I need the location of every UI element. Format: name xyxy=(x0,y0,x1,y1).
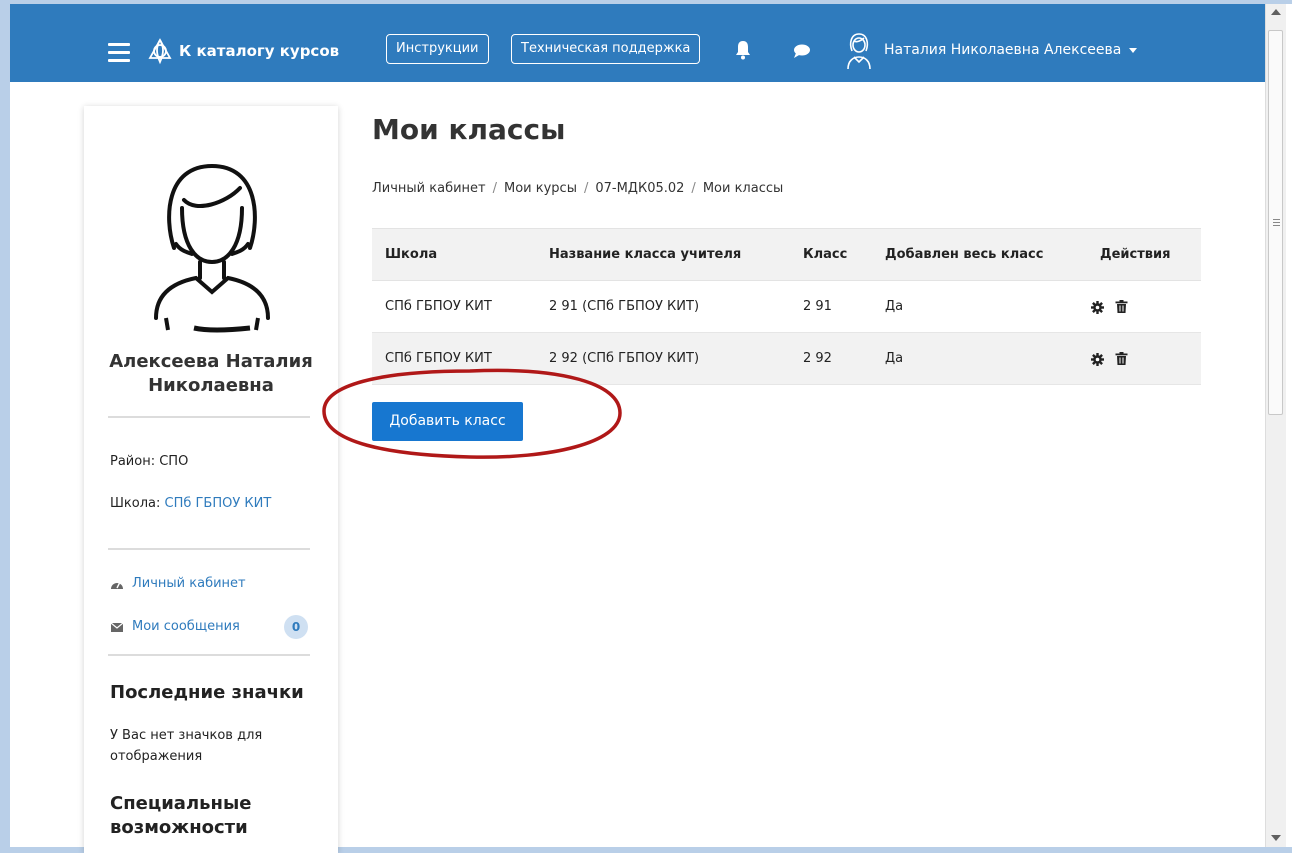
badges-heading: Последние значки xyxy=(110,682,304,703)
support-button[interactable]: Техническая поддержка xyxy=(511,34,701,64)
breadcrumb-item-course[interactable]: 07-МДК05.02 xyxy=(595,181,684,196)
accessibility-heading-line1: Специальные xyxy=(110,793,252,814)
column-header-class-name: Название класса учителя xyxy=(549,247,742,262)
district-label: Район: СПО xyxy=(110,454,189,469)
breadcrumb-item-dashboard[interactable]: Личный кабинет xyxy=(372,181,486,196)
chat-icon[interactable] xyxy=(793,44,811,58)
caret-down-icon xyxy=(1129,47,1138,53)
accessibility-heading: Специальные возможности xyxy=(110,792,251,840)
user-name: Наталия Николаевна Алексеева xyxy=(884,42,1122,58)
cell-class: 2 92 xyxy=(803,351,832,366)
classes-table: Школа Название класса учителя Класс Доба… xyxy=(372,228,1201,385)
catalog-link[interactable]: К каталогу курсов xyxy=(179,42,339,60)
messages-link-label: Мои сообщения xyxy=(132,619,240,634)
profile-sidebar: Алексеева Наталия Николаевна Район: СПО … xyxy=(84,106,338,853)
breadcrumb: Личный кабинет / Мои курсы/07-МДК05.02/Мои… xyxy=(372,181,784,196)
breadcrumb-item-my-courses[interactable]: Мои курсы xyxy=(504,181,577,196)
messages-count-badge: 0 xyxy=(284,615,308,639)
school-label: Школа: xyxy=(110,496,165,511)
bell-icon[interactable] xyxy=(734,40,752,60)
cell-whole-class: Да xyxy=(885,299,904,314)
profile-name-line2: Николаевна xyxy=(148,375,274,396)
dashboard-link-label: Личный кабинет xyxy=(132,576,246,591)
cell-class: 2 91 xyxy=(803,299,832,314)
cell-class-name: 2 91 (СПб ГБПОУ КИТ) xyxy=(549,299,700,314)
dashboard-icon xyxy=(111,581,123,589)
divider xyxy=(108,416,310,418)
column-header-actions: Действия xyxy=(1100,247,1171,262)
grip-icon xyxy=(1273,219,1280,220)
scroll-thumb[interactable] xyxy=(1268,30,1283,415)
highlight-ellipse xyxy=(322,368,622,459)
user-avatar-icon[interactable] xyxy=(846,31,872,71)
envelope-icon xyxy=(110,622,124,632)
dashboard-link[interactable]: Личный кабинет xyxy=(110,576,246,591)
divider xyxy=(108,654,310,656)
school-info: Школа: СПб ГБПОУ КИТ xyxy=(110,496,271,511)
gear-icon[interactable] xyxy=(1091,301,1104,314)
menu-icon[interactable] xyxy=(108,43,130,62)
accessibility-heading-line2: возможности xyxy=(110,817,248,838)
cell-whole-class: Да xyxy=(885,351,904,366)
column-header-school: Школа xyxy=(385,247,438,262)
messages-link[interactable]: Мои сообщения xyxy=(110,619,240,634)
breadcrumb-item-my-classes: Мои классы xyxy=(702,181,784,196)
gear-icon[interactable] xyxy=(1091,353,1104,366)
profile-name-line1: Алексеева Наталия xyxy=(109,351,313,372)
page-title: Мои классы xyxy=(372,113,566,146)
vertical-scrollbar[interactable] xyxy=(1265,4,1286,847)
table-header: Школа Название класса учителя Класс Доба… xyxy=(372,228,1201,281)
instructions-button[interactable]: Инструкции xyxy=(386,34,489,64)
column-header-whole-class: Добавлен весь класс xyxy=(885,247,1044,262)
school-link[interactable]: СПб ГБПОУ КИТ xyxy=(165,496,272,511)
scroll-up-arrow-icon[interactable] xyxy=(1271,9,1281,15)
cell-school: СПб ГБПОУ КИТ xyxy=(385,299,492,314)
trash-icon[interactable] xyxy=(1115,300,1128,313)
user-menu[interactable]: Наталия Николаевна Алексеева xyxy=(884,42,1138,58)
badges-empty-text: У Вас нет значков для отображения xyxy=(110,725,262,767)
profile-avatar-icon xyxy=(154,163,270,333)
column-header-class: Класс xyxy=(803,247,848,262)
badges-empty-line2: отображения xyxy=(110,749,203,764)
table-row: СПб ГБПОУ КИТ 2 91 (СПб ГБПОУ КИТ) 2 91 … xyxy=(372,281,1201,333)
badges-empty-line1: У Вас нет значков для xyxy=(110,728,263,743)
profile-name: Алексеева Наталия Николаевна xyxy=(84,350,338,398)
divider xyxy=(108,548,310,550)
scroll-down-arrow-icon[interactable] xyxy=(1271,835,1281,841)
trash-icon[interactable] xyxy=(1115,352,1128,365)
logo-icon[interactable] xyxy=(146,37,174,65)
